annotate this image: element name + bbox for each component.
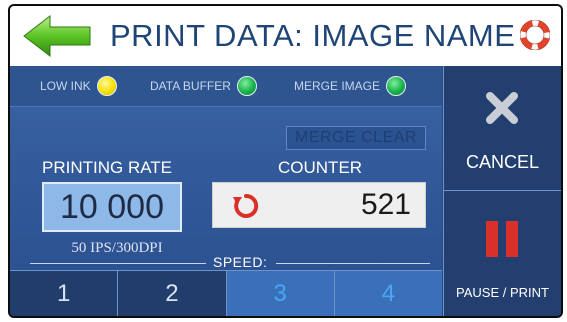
cancel-button[interactable]: CANCEL <box>444 66 561 191</box>
data-buffer-status: DATA BUFFER <box>150 66 257 106</box>
speed-button-3[interactable]: 3 <box>226 270 335 316</box>
speed-line-right <box>276 263 430 264</box>
merge-image-label: MERGE IMAGE <box>294 79 381 93</box>
merge-clear-button[interactable]: MERGE CLEAR <box>286 126 426 150</box>
data-buffer-indicator <box>236 76 257 96</box>
page-title: PRINT DATA: IMAGE NAME <box>110 18 516 53</box>
app-window: PRINT DATA: IMAGE NAME LOW INK DATA BUFF… <box>8 4 563 318</box>
speed-button-1[interactable]: 1 <box>10 270 119 316</box>
help-button[interactable] <box>519 19 551 51</box>
pause-print-button[interactable]: PAUSE / PRINT <box>444 191 561 316</box>
data-buffer-label: DATA BUFFER <box>150 79 231 93</box>
low-ink-status: LOW INK <box>40 66 117 106</box>
header: PRINT DATA: IMAGE NAME <box>10 6 561 66</box>
counter-value: 521 <box>360 188 411 221</box>
low-ink-label: LOW INK <box>40 79 91 93</box>
status-bar: LOW INK DATA BUFFER MERGE IMAGE <box>10 66 442 107</box>
counter-label: COUNTER <box>278 158 363 177</box>
counter-display: 521 <box>212 182 426 228</box>
main-panel: LOW INK DATA BUFFER MERGE IMAGE MERGE CL… <box>10 66 442 316</box>
printing-rate-field[interactable]: 10 000 <box>42 182 182 232</box>
speed-button-4[interactable]: 4 <box>334 270 442 316</box>
merge-image-status: MERGE IMAGE <box>294 66 407 106</box>
side-panel: CANCEL PAUSE / PRINT <box>443 66 561 316</box>
merge-image-indicator <box>386 76 407 96</box>
pause-print-label: PAUSE / PRINT <box>456 285 549 300</box>
speed-buttons: 1 2 3 4 <box>10 270 442 316</box>
arrow-left-icon <box>23 14 91 58</box>
cancel-label: CANCEL <box>465 152 540 172</box>
lifebuoy-icon <box>519 19 551 51</box>
low-ink-indicator <box>96 76 117 96</box>
pause-icon <box>486 221 518 257</box>
back-button[interactable] <box>22 14 92 58</box>
printing-rate-label: PRINTING RATE <box>42 158 173 177</box>
close-icon <box>486 92 518 124</box>
reset-icon <box>233 193 259 218</box>
speed-button-2[interactable]: 2 <box>118 270 227 316</box>
speed-label: SPEED: <box>213 254 268 270</box>
counter-reset-button[interactable] <box>231 191 261 221</box>
speed-line-left <box>30 263 206 264</box>
